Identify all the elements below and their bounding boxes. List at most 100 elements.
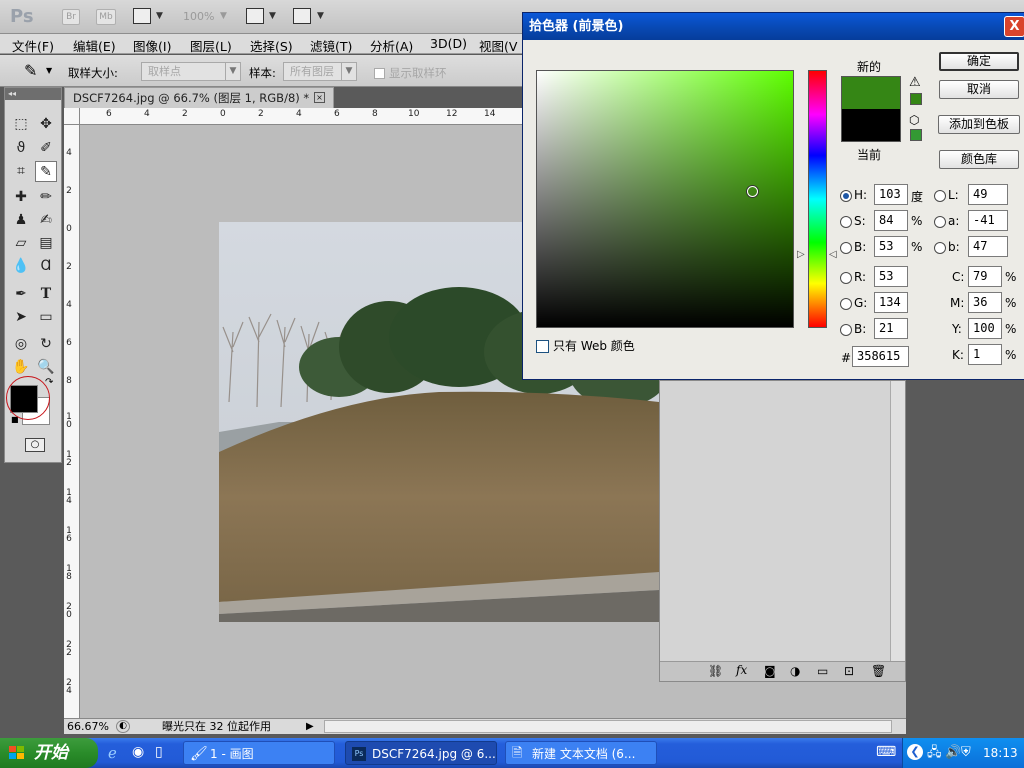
taskbar-paint[interactable]: 🖌 1 - 画图: [183, 741, 335, 765]
lab-b-input[interactable]: 47: [968, 236, 1008, 257]
new-layer-icon[interactable]: ⊡: [844, 664, 854, 678]
zoom-tool-icon[interactable]: 🔍: [35, 357, 57, 378]
healing-brush-tool-icon[interactable]: ✚: [10, 187, 32, 208]
cancel-button[interactable]: 取消: [939, 80, 1019, 99]
green-input[interactable]: 134: [874, 292, 908, 313]
current-color-swatch[interactable]: [841, 109, 901, 142]
dialog-close-button[interactable]: X: [1004, 16, 1024, 37]
web-colors-only-checkbox[interactable]: 只有 Web 颜色: [536, 337, 635, 354]
menu-layer[interactable]: 图层(L): [190, 36, 232, 55]
yellow-input[interactable]: 100: [968, 318, 1002, 339]
3d-orbit-tool-icon[interactable]: ↻: [35, 334, 57, 355]
saturation-brightness-field[interactable]: [536, 70, 794, 328]
black-input[interactable]: 1: [968, 344, 1002, 365]
lab-b-radio[interactable]: b:: [934, 240, 960, 254]
pen-tool-icon[interactable]: ✒: [10, 284, 32, 305]
ok-button[interactable]: 确定: [939, 52, 1019, 71]
hue-slider-left-arrow-icon[interactable]: ▷: [797, 249, 805, 260]
status-info-icon[interactable]: ◐: [116, 720, 130, 733]
layer-style-icon[interactable]: fx: [736, 663, 747, 677]
quick-select-tool-icon[interactable]: ✐: [35, 138, 57, 159]
screen-mode-icon[interactable]: [293, 8, 311, 24]
view-extras-chevron-icon[interactable]: ▼: [156, 11, 163, 21]
hand-tool-icon[interactable]: ✋: [10, 357, 32, 378]
horizontal-scrollbar[interactable]: [324, 720, 892, 733]
menu-image[interactable]: 图像(I): [133, 36, 171, 55]
desktop-quicklaunch-icon[interactable]: ▯: [155, 744, 163, 760]
tools-panel-header[interactable]: ◂◂: [5, 88, 61, 100]
media-quicklaunch-icon[interactable]: ◉: [132, 744, 144, 760]
view-extras-icon[interactable]: [133, 8, 151, 24]
gamut-swatch[interactable]: [910, 93, 922, 105]
web-safe-cube-icon[interactable]: ⬡: [909, 113, 919, 127]
delete-layer-icon[interactable]: 🗑: [871, 664, 886, 678]
layer-mask-icon[interactable]: ◙: [764, 664, 776, 678]
close-document-icon[interactable]: ×: [314, 92, 325, 103]
brightness-radio[interactable]: B:: [840, 240, 866, 254]
menu-analysis[interactable]: 分析(A): [370, 36, 413, 55]
eyedropper-tool-icon[interactable]: ✎: [35, 161, 57, 182]
preset-chevron-icon[interactable]: ▼: [46, 66, 52, 75]
out-of-gamut-warning-icon[interactable]: ⚠: [909, 75, 921, 90]
hex-input[interactable]: 358615: [852, 346, 909, 367]
ruler-origin[interactable]: [64, 108, 80, 125]
rectangle-tool-icon[interactable]: ▭: [35, 307, 57, 328]
arrange-chevron-icon[interactable]: ▼: [269, 11, 276, 21]
taskbar-notepad[interactable]: 🗎 新建 文本文档 (6...: [505, 741, 657, 765]
type-tool-icon[interactable]: T: [35, 284, 57, 305]
link-layers-icon[interactable]: ⛓: [708, 664, 723, 678]
lasso-tool-icon[interactable]: ϑ: [10, 138, 32, 159]
dodge-tool-icon[interactable]: Ɑ: [35, 256, 57, 277]
volume-icon[interactable]: 🔊: [945, 738, 961, 768]
security-shield-icon[interactable]: ⛨: [961, 738, 971, 768]
menu-file[interactable]: 文件(F): [12, 36, 54, 55]
blue-radio[interactable]: B:: [840, 322, 866, 336]
sample-select[interactable]: 所有图层 ▼: [283, 62, 357, 81]
red-input[interactable]: 53: [874, 266, 908, 287]
brush-tool-icon[interactable]: ✏: [35, 187, 57, 208]
hue-radio[interactable]: H:: [840, 188, 867, 202]
marquee-tool-icon[interactable]: ⬚: [10, 114, 32, 135]
move-tool-icon[interactable]: ✥: [35, 114, 57, 135]
3d-rotate-tool-icon[interactable]: ◎: [10, 334, 32, 355]
hue-input[interactable]: 103: [874, 184, 908, 205]
tray-expand-icon[interactable]: ❮: [907, 744, 923, 760]
bridge-button[interactable]: Br: [62, 9, 80, 25]
red-radio[interactable]: R:: [840, 270, 866, 284]
layers-panel-scrollbar[interactable]: [890, 381, 905, 661]
color-field-cursor[interactable]: [747, 186, 758, 197]
brightness-input[interactable]: 53: [874, 236, 908, 257]
adjustment-layer-icon[interactable]: ◑: [790, 664, 800, 678]
cyan-input[interactable]: 79: [968, 266, 1002, 287]
gradient-tool-icon[interactable]: ▤: [35, 233, 57, 254]
new-group-icon[interactable]: ▭: [817, 664, 828, 678]
magenta-input[interactable]: 36: [968, 292, 1002, 313]
green-radio[interactable]: G:: [840, 296, 867, 310]
clone-stamp-tool-icon[interactable]: ♟: [10, 210, 32, 231]
eraser-tool-icon[interactable]: ▱: [10, 233, 32, 254]
blue-input[interactable]: 21: [874, 318, 908, 339]
keyboard-icon[interactable]: ⌨: [876, 744, 896, 760]
status-menu-arrow-icon[interactable]: ▶: [306, 720, 314, 734]
screen-mode-chevron-icon[interactable]: ▼: [317, 11, 324, 21]
add-to-swatches-button[interactable]: 添加到色板: [938, 115, 1020, 134]
quick-mask-icon[interactable]: ○: [25, 438, 45, 452]
zoom-level[interactable]: 100%: [183, 10, 214, 23]
blur-tool-icon[interactable]: 💧: [10, 256, 32, 277]
clock[interactable]: 18:13: [983, 738, 1018, 768]
menu-filter[interactable]: 滤镜(T): [310, 36, 352, 55]
lab-a-radio[interactable]: a:: [934, 214, 959, 228]
show-ring-checkbox[interactable]: 显示取样环: [374, 65, 447, 81]
lab-l-input[interactable]: 49: [968, 184, 1008, 205]
network-icon[interactable]: 🖧: [927, 738, 942, 768]
hue-slider[interactable]: [808, 70, 827, 328]
document-tab[interactable]: DSCF7264.jpg @ 66.7% (图层 1, RGB/8) * ×: [64, 87, 334, 108]
arrange-documents-icon[interactable]: [246, 8, 264, 24]
path-selection-tool-icon[interactable]: ➤: [10, 307, 32, 328]
menu-select[interactable]: 选择(S): [250, 36, 293, 55]
mini-bridge-button[interactable]: Mb: [96, 9, 116, 25]
crop-tool-icon[interactable]: ⌗: [10, 161, 32, 182]
web-safe-swatch[interactable]: [910, 129, 922, 141]
menu-3d[interactable]: 3D(D): [430, 36, 467, 51]
status-zoom[interactable]: 66.67%: [67, 720, 109, 734]
